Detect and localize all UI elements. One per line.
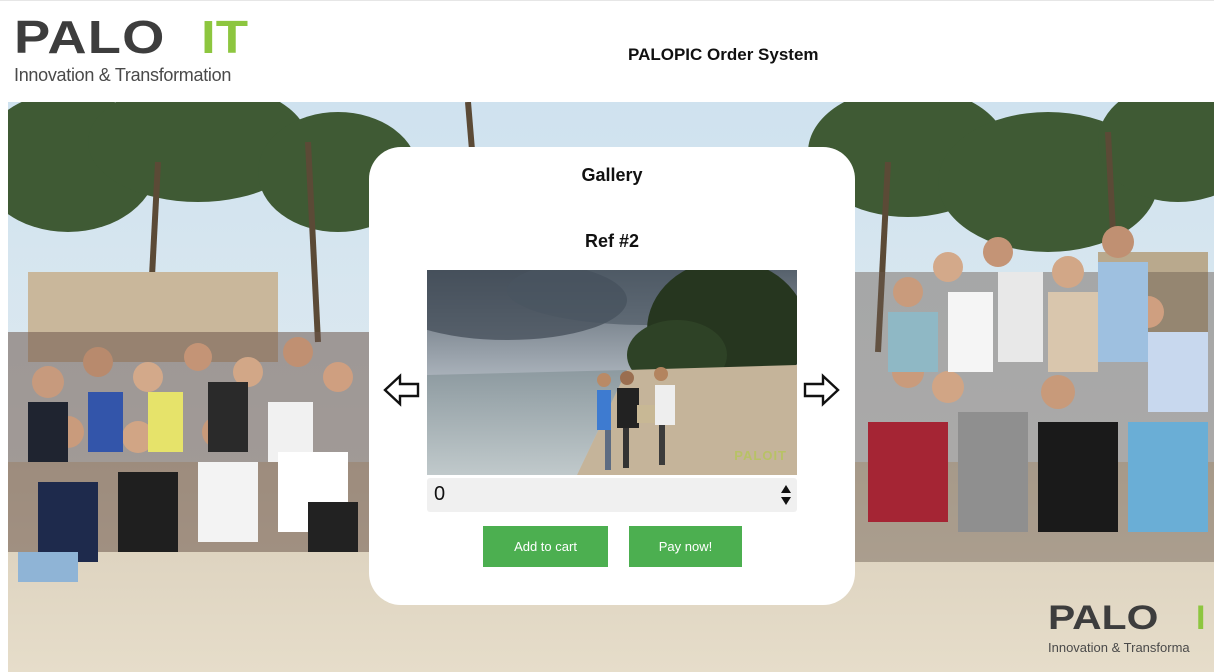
logo-accent: IT	[201, 11, 249, 63]
watermark-tagline: Innovation & Transforma	[1048, 640, 1190, 655]
arrow-right-icon	[803, 373, 840, 407]
add-to-cart-button[interactable]: Add to cart	[483, 526, 608, 567]
beach-photo-image	[427, 270, 797, 475]
gallery-card: Gallery Ref #2 PALOIT	[369, 147, 855, 605]
quantity-value: 0	[434, 483, 446, 505]
logo-tagline: Innovation & Transformation	[14, 65, 232, 85]
logo-word: PALO	[14, 11, 166, 63]
watermark-word: PALO	[1048, 599, 1159, 637]
page-title: PALOPIC Order System	[628, 45, 819, 64]
watermark-accent: I	[1196, 599, 1206, 637]
arrow-left-icon	[383, 373, 420, 407]
corner-watermark-logo: PALO I Innovation & Transforma	[1040, 598, 1214, 662]
quantity-input[interactable]: 0	[427, 478, 797, 512]
gallery-title: Gallery	[581, 165, 643, 185]
photo-reference: Ref #2	[584, 231, 640, 251]
photo-watermark: PALOIT	[734, 448, 787, 463]
previous-photo-button[interactable]	[383, 373, 421, 407]
pay-now-button[interactable]: Pay now!	[629, 526, 742, 567]
next-photo-button[interactable]	[802, 373, 840, 407]
gallery-photo: PALOIT	[427, 270, 797, 475]
up-down-spinner-icon[interactable]	[781, 484, 791, 506]
header: PALO IT Innovation & Transformation PALO…	[0, 0, 1214, 100]
palo-it-logo: PALO IT Innovation & Transformation	[14, 13, 274, 89]
